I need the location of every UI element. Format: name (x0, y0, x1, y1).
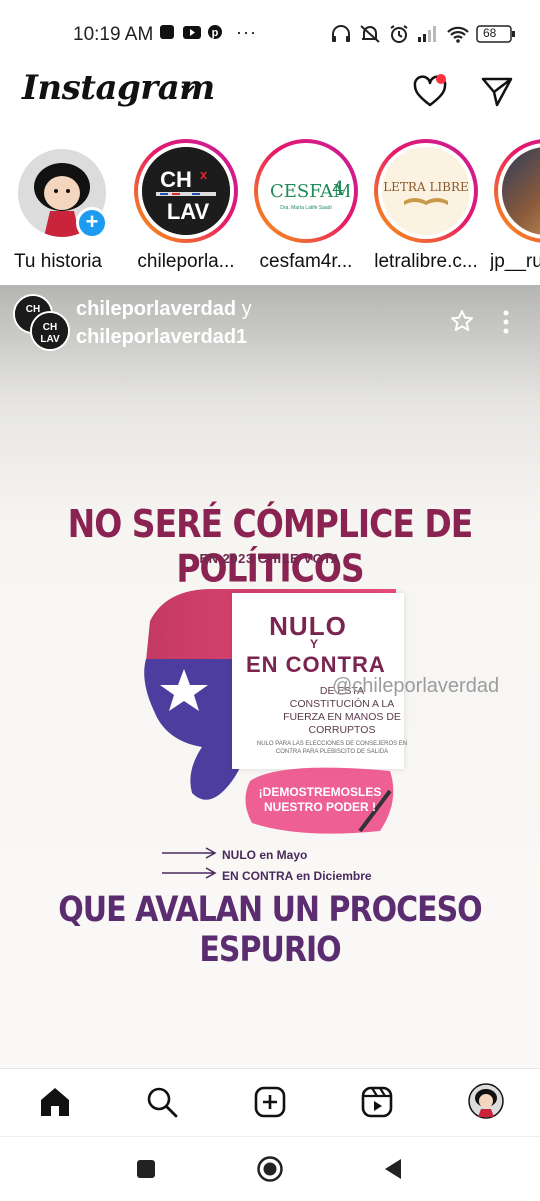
send-icon[interactable] (480, 74, 514, 113)
story-ring (494, 139, 540, 243)
mute-icon (359, 24, 381, 49)
recents-icon[interactable] (136, 1159, 156, 1184)
headphones-icon (330, 24, 352, 49)
more-icon: ··· (236, 22, 257, 42)
chxlav-logo-top: CH (160, 167, 192, 192)
status-bar: 10:19 AM p ··· 68 (0, 0, 540, 68)
back-icon[interactable] (382, 1157, 404, 1186)
stories-tray: + Tu historia CH x LAV chileporla... CES… (0, 135, 540, 283)
post-options-icon[interactable] (500, 309, 512, 340)
wifi-icon (446, 24, 470, 49)
bottom-nav (0, 1068, 540, 1137)
system-nav (0, 1136, 540, 1201)
post-authors: chileporlaverdad y chileporlaverdad1 (76, 295, 252, 351)
poster-line-1: NULO en Mayo (222, 848, 308, 862)
story-cesfam4[interactable]: CESFAM 4 Dra. María Latife Saadi cesfam4… (250, 139, 362, 272)
pinterest-icon: p (207, 24, 223, 45)
favorite-star-icon[interactable] (450, 309, 474, 338)
add-story-plus-icon[interactable]: + (76, 207, 108, 239)
svg-text:p: p (212, 27, 219, 39)
create-icon[interactable] (253, 1085, 287, 1124)
letralibre-logo-icon: LETRA LIBRE (382, 147, 470, 235)
post-author-1[interactable]: chileporlaverdad (76, 298, 236, 320)
cesfam-logo-doctor: Dra. María Latife Saadi (280, 205, 331, 211)
story-jp-ru[interactable]: jp__ru (490, 139, 540, 272)
arrows-illustration (162, 847, 217, 879)
story-ring: CESFAM 4 Dra. María Latife Saadi (254, 139, 358, 243)
youtube-icon (182, 24, 202, 45)
reels-icon[interactable] (360, 1085, 394, 1124)
author-avatar-logo-top: CH (43, 322, 57, 333)
app-header: Instagram (0, 68, 540, 128)
post-author-joiner: y (241, 298, 252, 320)
battery-icon: 68 (476, 25, 516, 48)
search-icon[interactable] (145, 1085, 179, 1124)
story-label: jp__ru (490, 251, 540, 272)
poster-nulo: NULO (269, 611, 347, 641)
post-author-2[interactable]: chileporlaverdad1 (76, 326, 247, 348)
story-letralibre[interactable]: LETRA LIBRE letralibre.c... (370, 139, 482, 272)
story-label: chileporla... (137, 251, 235, 272)
cesfam-logo-icon: CESFAM 4 Dra. María Latife Saadi (262, 147, 350, 235)
story-label: cesfam4r... (259, 251, 353, 272)
story-label: Tu historia (14, 251, 102, 272)
heart-icon[interactable] (412, 74, 448, 115)
chxlav-logo-bottom: LAV (167, 199, 210, 224)
home-circle-icon[interactable] (256, 1155, 284, 1188)
home-icon[interactable] (38, 1085, 72, 1124)
alarm-icon (388, 24, 410, 49)
feed-post: CH CH LAV chileporlaverdad y chileporlave… (0, 285, 540, 1068)
story-ring: CH x LAV (134, 139, 238, 243)
poster-bottom-text: QUE AVALAN UN PROCESO ESPURIO (58, 889, 482, 971)
author-avatar-logo-bottom: LAV (40, 334, 60, 345)
story-label: letralibre.c... (374, 251, 478, 272)
app-notification-icon (159, 24, 175, 45)
author-avatar-2[interactable]: CH LAV (30, 311, 70, 351)
story-ring: LETRA LIBRE (374, 139, 478, 243)
signal-icon (416, 24, 438, 49)
chxlav-logo-x: x (200, 167, 208, 182)
poster-title: NO SERÉ CÓMPLICE DE POLÍTICOS (67, 501, 474, 591)
story-chileporlaverdad[interactable]: CH x LAV chileporla... (130, 139, 242, 272)
poster-line-2: EN CONTRA en Diciembre (222, 869, 372, 883)
cesfam-logo-num: 4 (332, 176, 345, 200)
poster-watermark: @chileporlaverdad (332, 675, 500, 697)
profile-avatar[interactable] (468, 1083, 504, 1124)
poster-subtitle: EN 2023 CHILE VOTA (199, 551, 341, 566)
chevron-down-icon[interactable] (180, 82, 196, 100)
poster-y: Y (310, 637, 319, 651)
status-time: 10:19 AM (73, 24, 154, 45)
poster-fine-print: NULO PARA LAS ELECCIONES DE CONSEJEROS E… (256, 741, 408, 755)
battery-level: 68 (483, 26, 497, 40)
poster-poder: ¡DEMOSTREMOSLES NUESTRO PODER ! (258, 785, 382, 814)
letralibre-logo-text: LETRA LIBRE (383, 180, 469, 194)
chxlav-logo-icon: CH x LAV (142, 147, 230, 235)
